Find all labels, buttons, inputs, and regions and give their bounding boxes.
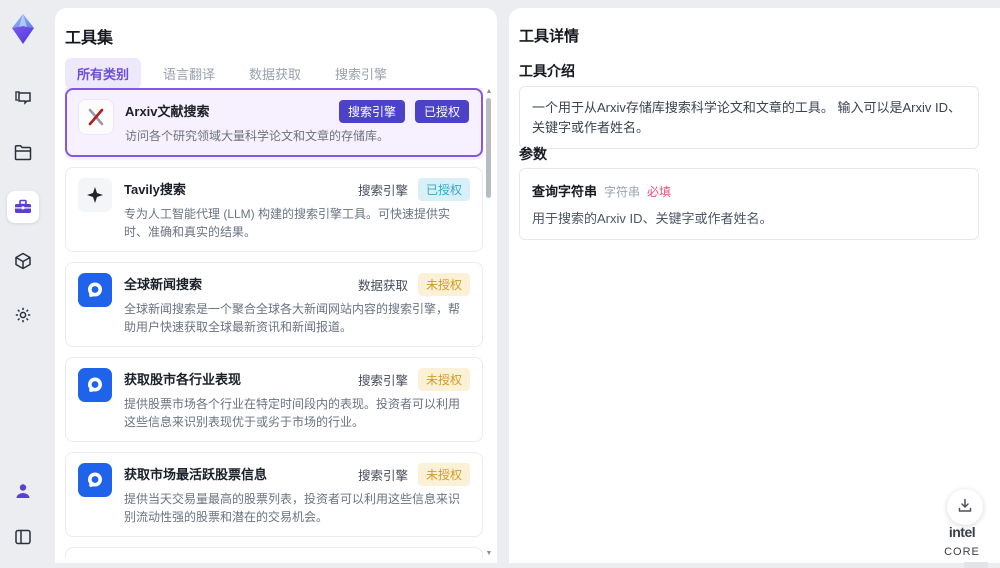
arxiv-icon	[79, 100, 113, 134]
download-button[interactable]	[947, 489, 983, 525]
tool-details-panel: 工具详情 工具介绍 一个用于从Arxiv存储库搜索科学论文和文章的工具。 输入可…	[509, 8, 1000, 563]
sidebar-item-chat[interactable]	[7, 83, 39, 115]
intro-text-box: 一个用于从Arxiv存储库搜索科学论文和文章的工具。 输入可以是Arxiv ID…	[519, 86, 979, 149]
tab-language-translation[interactable]: 语言翻译	[151, 58, 227, 89]
stock-search-icon	[78, 368, 112, 402]
intel-core-logo: intel CORE	[930, 524, 994, 568]
tool-card-regional-news[interactable]: 万维地区新闻查询 搜索引擎 未授权 查询具体行政区划内的新闻，快速了解各地新闻动…	[65, 547, 483, 558]
tool-card-global-news[interactable]: 全球新闻搜索 数据获取 未授权 全球新闻搜索是一个聚合全球各大新闻网站内容的搜索…	[65, 262, 483, 347]
tool-description: 全球新闻搜索是一个聚合全球各大新闻网站内容的搜索引擎，帮助用户快速获取全球最新资…	[124, 302, 461, 334]
parameter-card: 查询字符串 字符串 必填 用于搜索的Arxiv ID、关键字或作者姓名。	[519, 168, 979, 240]
sidebar-item-toolbox[interactable]	[6, 191, 39, 223]
sidebar-item-packages[interactable]	[7, 245, 39, 277]
user-icon	[13, 481, 33, 501]
folder-icon	[13, 143, 33, 163]
tool-collection-panel: 工具集 所有类别 语言翻译 数据获取 搜索引擎 Arxiv文献搜索 搜索引擎 已…	[55, 8, 497, 563]
tool-description: 专为人工智能代理 (LLM) 构建的搜索引擎工具。可快速提供实时、准确和真实的结…	[124, 207, 451, 239]
tool-card-arxiv[interactable]: Arxiv文献搜索 搜索引擎 已授权 访问各个研究领域大量科学论文和文章的存储库…	[65, 88, 483, 157]
scrollbar-thumb[interactable]	[486, 98, 491, 198]
tavily-icon	[78, 178, 112, 212]
page-title: 工具集	[65, 30, 114, 47]
category-tabs: 所有类别 语言翻译 数据获取 搜索引擎	[65, 58, 399, 89]
app-rail	[0, 0, 45, 563]
tab-all-categories[interactable]: 所有类别	[65, 58, 142, 89]
params-heading: 参数	[519, 146, 547, 162]
download-icon	[956, 496, 974, 519]
tool-card-tavily[interactable]: Tavily搜索 搜索引擎 已授权 专为人工智能代理 (LLM) 构建的搜索引擎…	[65, 167, 483, 252]
sidebar-item-settings[interactable]	[7, 299, 39, 331]
gear-icon	[13, 305, 33, 325]
details-title: 工具详情	[519, 28, 580, 45]
list-scrollbar[interactable]: ▲ ▼	[485, 88, 493, 558]
brand-intel: intel	[948, 524, 976, 540]
cube-icon	[13, 251, 33, 271]
tool-name: Arxiv文献搜索	[125, 104, 210, 119]
param-description: 用于搜索的Arxiv ID、关键字或作者姓名。	[532, 211, 773, 226]
tool-description: 提供当天交易量最高的股票列表，投资者可以利用这些信息来识别流动性强的股票和潜在的…	[124, 492, 461, 524]
category-label: 数据获取	[357, 279, 408, 293]
sidebar-item-files[interactable]	[7, 137, 39, 169]
sidebar-item-account[interactable]	[7, 475, 39, 507]
toolbox-icon	[13, 197, 33, 217]
brand-core: CORE	[944, 546, 980, 558]
news-search-icon	[78, 273, 112, 307]
param-required-flag: 必填	[647, 185, 672, 199]
category-label: 搜索引擎	[357, 469, 408, 483]
category-badge: 搜索引擎	[338, 100, 405, 123]
tool-name: 获取市场最活跃股票信息	[124, 467, 268, 482]
tab-data-fetching[interactable]: 数据获取	[237, 58, 313, 89]
sidebar-item-layout[interactable]	[7, 521, 39, 553]
scroll-down-icon[interactable]: ▼	[485, 550, 493, 558]
category-label: 搜索引擎	[357, 184, 408, 198]
tool-card-active-stocks[interactable]: 获取市场最活跃股票信息 搜索引擎 未授权 提供当天交易量最高的股票列表，投资者可…	[65, 452, 483, 537]
status-badge: 未授权	[417, 368, 470, 391]
tool-description: 提供股票市场各个行业在特定时间段内的表现。投资者可以利用这些信息来识别表现优于或…	[124, 397, 461, 429]
tab-search-engine[interactable]: 搜索引擎	[323, 58, 399, 89]
tool-name: 获取股市各行业表现	[124, 372, 242, 387]
status-badge: 已授权	[414, 100, 469, 123]
intro-heading: 工具介绍	[519, 63, 575, 79]
tool-card-sector-performance[interactable]: 获取股市各行业表现 搜索引擎 未授权 提供股票市场各个行业在特定时间段内的表现。…	[65, 357, 483, 442]
category-label: 搜索引擎	[357, 374, 408, 388]
layout-icon	[13, 527, 33, 547]
chat-icon	[13, 89, 33, 109]
param-type: 字符串	[604, 185, 641, 199]
stock-search-icon	[78, 463, 112, 497]
tool-name: Tavily搜索	[124, 182, 186, 197]
status-badge: 已授权	[417, 178, 470, 201]
status-badge: 未授权	[417, 463, 470, 486]
tool-list: Arxiv文献搜索 搜索引擎 已授权 访问各个研究领域大量科学论文和文章的存储库…	[65, 88, 483, 558]
tool-name: 全球新闻搜索	[124, 277, 203, 292]
tool-description: 访问各个研究领域大量科学论文和文章的存储库。	[125, 129, 390, 143]
scroll-up-icon[interactable]: ▲	[485, 88, 493, 96]
status-badge: 未授权	[417, 273, 470, 296]
param-name: 查询字符串	[532, 184, 598, 199]
app-logo-icon	[8, 13, 38, 45]
